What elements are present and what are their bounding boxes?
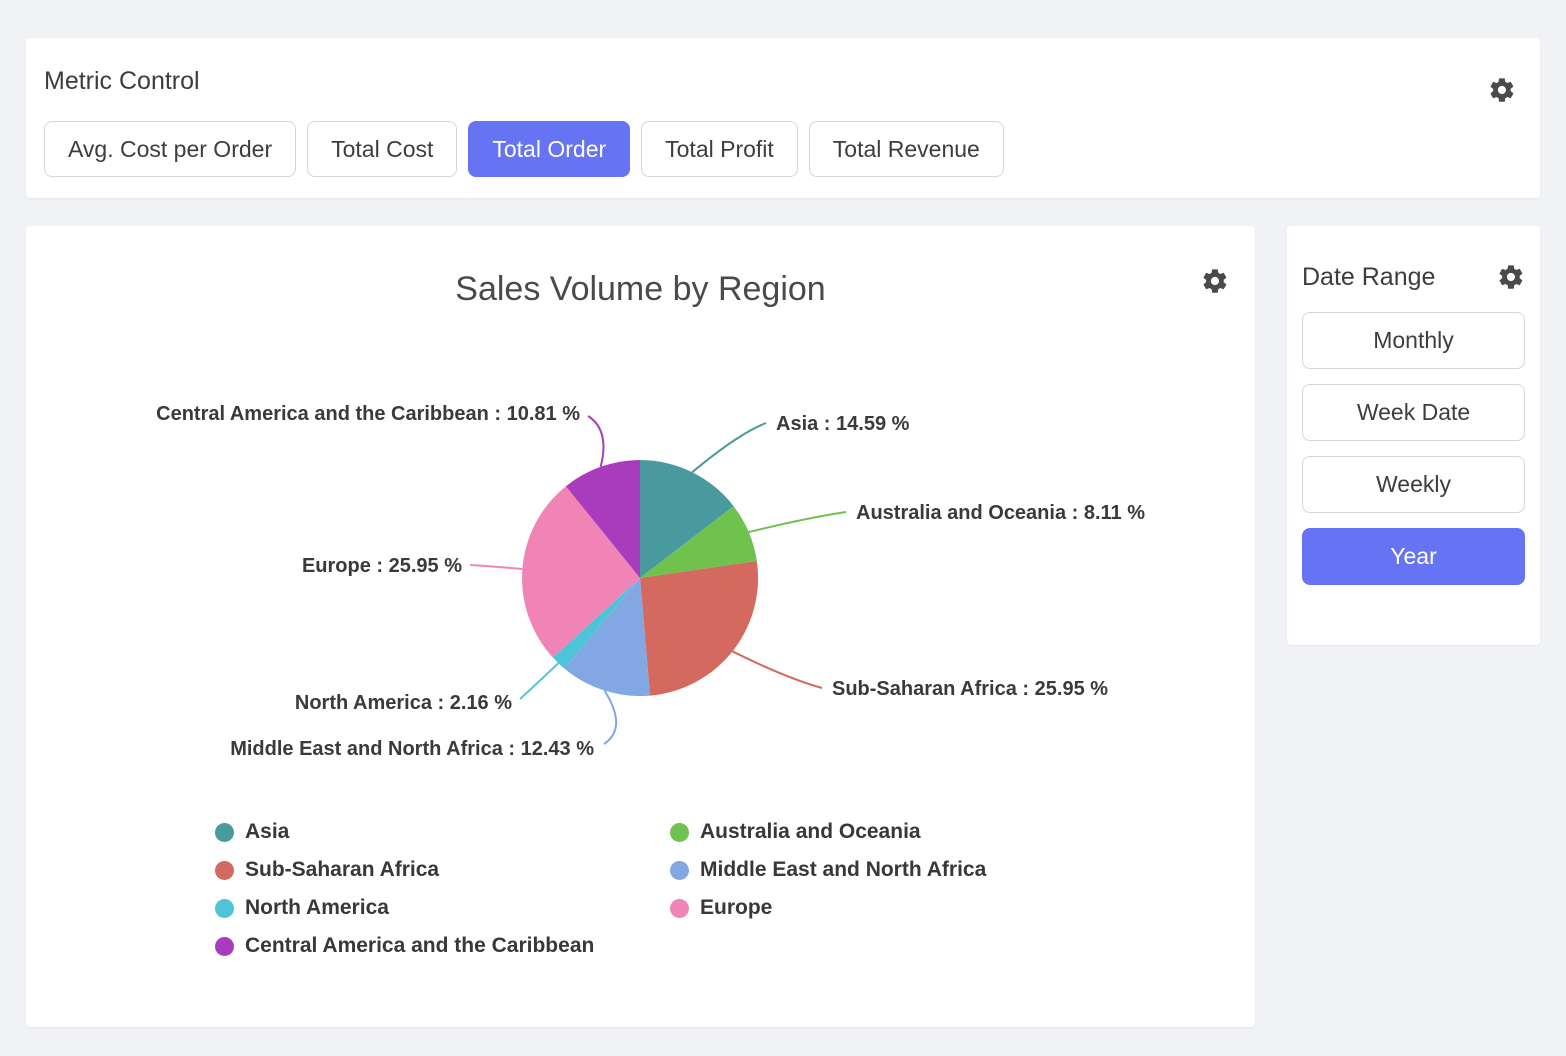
metric-button-total-revenue[interactable]: Total Revenue [809, 121, 1004, 177]
metric-button-total-profit[interactable]: Total Profit [641, 121, 798, 177]
sales-volume-chart-card: Sales Volume by Region Asia : 14.59 %Aus… [26, 226, 1255, 1027]
slice-leader-line [732, 651, 822, 688]
legend-item[interactable]: Middle East and North Africa [670, 859, 1130, 881]
legend-color-dot [215, 861, 234, 880]
metric-button-total-order[interactable]: Total Order [468, 121, 630, 177]
legend-label: Europe [700, 897, 772, 919]
slice-label: Middle East and North Africa : 12.43 % [230, 738, 594, 760]
date-range-title: Date Range [1302, 262, 1435, 292]
legend-label: Middle East and North Africa [700, 859, 986, 881]
legend-label: Australia and Oceania [700, 821, 921, 843]
legend-item[interactable]: Europe [670, 897, 1130, 919]
legend-color-dot [215, 937, 234, 956]
date-range-button-year[interactable]: Year [1302, 528, 1525, 585]
slice-label: Asia : 14.59 % [776, 413, 910, 435]
slice-label: Central America and the Caribbean : 10.8… [156, 403, 580, 425]
date-range-button-week-date[interactable]: Week Date [1302, 384, 1525, 441]
slice-leader-line [692, 423, 766, 472]
slice-label: North America : 2.16 % [295, 692, 512, 714]
chart-legend: Asia Australia and Oceania Sub-Saharan Afr… [215, 821, 1130, 957]
metric-settings-gear-icon[interactable] [1488, 76, 1516, 104]
date-range-header: Date Range [1302, 262, 1525, 292]
pie-slice-2[interactable] [640, 561, 758, 696]
date-settings-gear-icon[interactable] [1497, 263, 1525, 291]
slice-leader-line [588, 416, 603, 467]
pie-chart[interactable]: Asia : 14.59 % Australia and Oceania : 8.… [26, 226, 1255, 786]
legend-label: Sub-Saharan Africa [245, 859, 439, 881]
metric-button-group: Avg. Cost per Order Total Cost Total Ord… [44, 121, 1522, 177]
legend-item[interactable]: Asia [215, 821, 670, 843]
legend-color-dot [670, 861, 689, 880]
legend-label: North America [245, 897, 389, 919]
slice-leader-line [470, 565, 522, 569]
metric-control-title: Metric Control [44, 66, 1522, 96]
slice-leader-line [749, 512, 846, 532]
slice-leader-line [520, 663, 558, 699]
legend-label: Central America and the Caribbean [245, 935, 594, 957]
slice-label: Sub-Saharan Africa : 25.95 % [832, 678, 1108, 700]
legend-color-dot [670, 899, 689, 918]
legend-item[interactable]: Australia and Oceania [670, 821, 1130, 843]
metric-control-card: Metric Control Avg. Cost per Order Total… [26, 38, 1540, 198]
legend-color-dot [215, 823, 234, 842]
metric-button-avg-cost-per-order[interactable]: Avg. Cost per Order [44, 121, 296, 177]
legend-label: Asia [245, 821, 289, 843]
legend-item[interactable]: Central America and the Caribbean [215, 935, 670, 957]
date-range-button-weekly[interactable]: Weekly [1302, 456, 1525, 513]
date-range-card: Date Range Monthly Week Date Weekly Year [1287, 226, 1540, 645]
slice-label: Europe : 25.95 % [302, 555, 462, 577]
slice-label: Australia and Oceania : 8.11 % [856, 502, 1145, 524]
legend-item[interactable]: Sub-Saharan Africa [215, 859, 670, 881]
legend-color-dot [670, 823, 689, 842]
date-range-button-monthly[interactable]: Monthly [1302, 312, 1525, 369]
dashboard-page: Metric Control Avg. Cost per Order Total… [0, 0, 1566, 1056]
slice-leader-line [604, 691, 616, 745]
legend-item[interactable]: North America [215, 897, 670, 919]
legend-color-dot [215, 899, 234, 918]
metric-button-total-cost[interactable]: Total Cost [307, 121, 457, 177]
